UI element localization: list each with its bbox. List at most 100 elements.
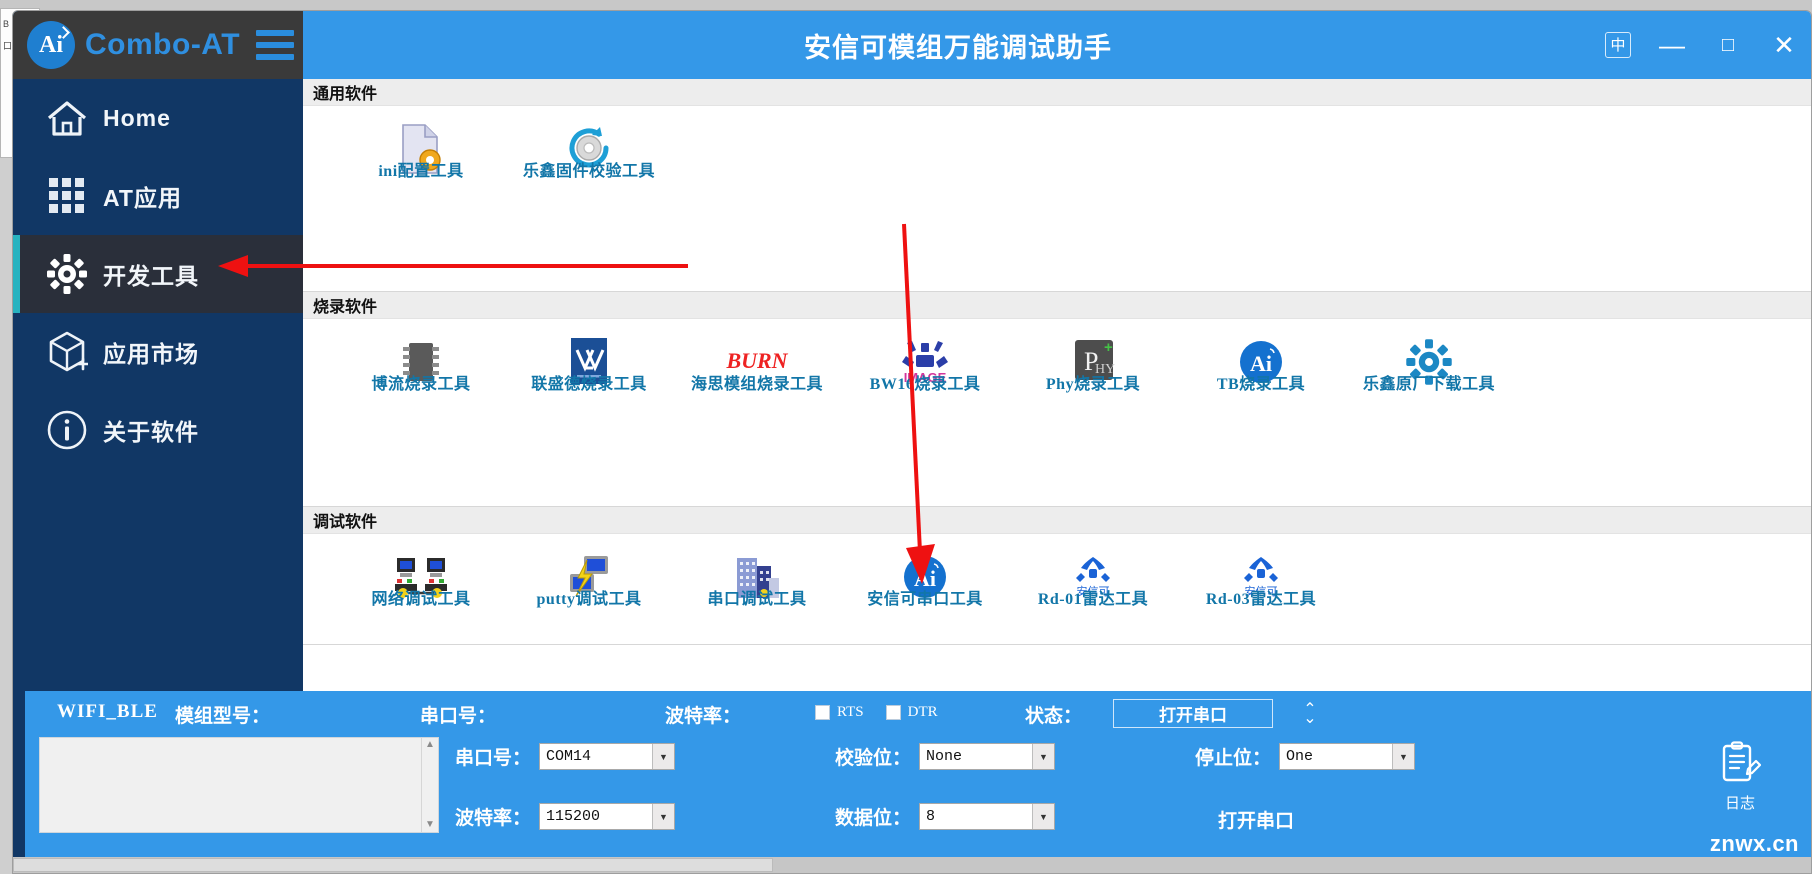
port-field-label: 串口号： <box>455 748 532 769</box>
section-burn-software: 烧录软件 博流烧录工具 联盛德烧录工具 BURN 海思模组烧录工具 IMAGE … <box>303 292 1811 507</box>
baud-field: 波特率： 115200 ▼ <box>455 803 676 830</box>
tool-tile-label: 串口调试工具 <box>707 591 807 608</box>
open-serial-port-button[interactable]: 打开串口 <box>1113 699 1273 728</box>
parity-select[interactable]: None ▼ <box>919 743 1056 770</box>
tool-tile-label: BW16烧录工具 <box>869 376 981 393</box>
log-tool-label: 日志 <box>1724 796 1755 812</box>
serial-config-panel: WIFI_BLE 模组型号： 串口号： 波特率： 状态： RTS DTR 打开串… <box>25 691 1811 873</box>
sidebar-item-about[interactable]: 关于软件 <box>13 391 303 469</box>
serial-log-box[interactable]: ▲ ▼ <box>39 737 439 833</box>
sidebar-item-home[interactable]: Home <box>13 79 303 157</box>
language-toggle-icon[interactable]: 中 <box>1605 32 1631 58</box>
maximize-icon[interactable]: □ <box>1713 30 1743 60</box>
section-title: 烧录软件 <box>313 299 378 316</box>
chevron-down-icon[interactable]: ▼ <box>652 744 675 769</box>
module-model-label: 模组型号： <box>175 706 271 727</box>
tile-grid: 网络调试工具 putty调试工具 串口调试工具 Ai 安信可串口工具 安信可 R… <box>303 534 1811 644</box>
tool-tile-label: 网络调试工具 <box>371 591 471 608</box>
sidebar-item-label: 应用市场 <box>103 341 199 367</box>
svg-text:+: + <box>1104 339 1113 356</box>
tool-tile-serial-debug[interactable]: 串口调试工具 <box>673 542 841 637</box>
sidebar-item-app-market[interactable]: 应用市场 <box>13 313 303 391</box>
serial-log-textarea[interactable] <box>40 738 421 832</box>
sidebar-item-label: AT应用 <box>103 185 182 211</box>
log-tool-button[interactable]: 日志 <box>1703 741 1777 813</box>
tool-tile-label: putty调试工具 <box>536 591 642 608</box>
section-header: 通用软件 <box>303 79 1811 106</box>
rts-label: RTS <box>837 704 864 720</box>
screen: B 口 Ai Combo-AT 安信可模组万能调试助手 中 — □ ✕ Home… <box>0 0 1812 874</box>
hamburger-menu-icon[interactable] <box>256 30 295 60</box>
svg-text:Ai: Ai <box>914 566 936 591</box>
port-select-value: COM14 <box>546 748 592 765</box>
tool-tile-label: ini配置工具 <box>378 163 464 180</box>
baud-select[interactable]: 115200 ▼ <box>539 803 676 830</box>
tool-tile-tb-burn[interactable]: Ai TB烧录工具 <box>1177 327 1345 422</box>
port-field: 串口号： COM14 ▼ <box>455 743 676 770</box>
tool-tile-rd03-radar[interactable]: 安信可 Rd-03雷达工具 <box>1177 542 1345 637</box>
dtr-checkbox[interactable]: DTR <box>885 704 938 721</box>
brand-title: Combo-AT <box>85 28 241 61</box>
wifi-ble-label: WIFI_BLE <box>57 701 158 722</box>
title-bar: Ai Combo-AT 安信可模组万能调试助手 中 — □ ✕ <box>13 11 1811 79</box>
sidebar-item-dev-tools[interactable]: 开发工具 <box>13 235 303 313</box>
tool-tile-bouffalo-burn[interactable]: 博流烧录工具 <box>337 327 505 422</box>
sidebar-item-label: 开发工具 <box>103 263 199 289</box>
databits-field: 数据位： 8 ▼ <box>835 803 1056 830</box>
section-debug-software: 调试软件 网络调试工具 putty调试工具 串口调试工具 Ai 安信可串口工具 … <box>303 507 1811 645</box>
panel-collapse-toggle[interactable]: ⌃ ⌄ <box>1297 699 1323 729</box>
tool-tile-espressif-factory-download[interactable]: 乐鑫原厂下载工具 <box>1345 327 1513 422</box>
tool-tile-label: TB烧录工具 <box>1216 376 1306 393</box>
sidebar-item-at-app[interactable]: AT应用 <box>13 157 303 235</box>
section-title: 通用软件 <box>313 86 378 103</box>
window-horizontal-scrollbar[interactable] <box>13 857 1811 873</box>
sidebar-item-label: 关于软件 <box>103 419 199 445</box>
stopbits-select[interactable]: One ▼ <box>1279 743 1416 770</box>
flow-control-group: RTS DTR <box>815 704 938 721</box>
tool-tile-phy-burn[interactable]: P HY + Phy烧录工具 <box>1009 327 1177 422</box>
tool-tile-network-debug[interactable]: 网络调试工具 <box>337 542 505 637</box>
tool-tile-label: 安信可串口工具 <box>867 591 983 608</box>
port-select[interactable]: COM14 ▼ <box>539 743 676 770</box>
stopbits-field: 停止位： One ▼ <box>1195 743 1416 770</box>
log-scrollbar[interactable]: ▲ ▼ <box>421 738 438 832</box>
tool-tile-bw16-burn[interactable]: IMAGE BW16烧录工具 <box>841 327 1009 422</box>
chevron-down-icon[interactable]: ▼ <box>1032 744 1055 769</box>
tool-tile-label: Phy烧录工具 <box>1045 376 1141 393</box>
open-serial-port-text[interactable]: 打开串口 <box>1218 806 1294 833</box>
sidebar-item-label: Home <box>103 104 171 131</box>
databits-select[interactable]: 8 ▼ <box>919 803 1056 830</box>
tool-tile-label: 乐鑫原厂下载工具 <box>1362 376 1495 393</box>
tool-tile-espressif-fw-verify[interactable]: 乐鑫固件校验工具 <box>505 114 673 209</box>
minimize-icon[interactable]: — <box>1657 30 1687 60</box>
stopbits-select-value: One <box>1286 748 1314 765</box>
tool-tile-hisilicon-burn[interactable]: BURN 海思模组烧录工具 <box>673 327 841 422</box>
tool-tile-putty-debug[interactable]: putty调试工具 <box>505 542 673 637</box>
app-logo-text: Ai <box>39 31 63 58</box>
scroll-up-icon[interactable]: ▲ <box>425 740 435 750</box>
section-header: 烧录软件 <box>303 292 1811 319</box>
scrollbar-thumb[interactable] <box>13 858 773 872</box>
chevron-down-icon[interactable]: ▼ <box>652 804 675 829</box>
hamburger-line <box>256 42 295 48</box>
tool-tile-label: 联盛德烧录工具 <box>531 376 647 393</box>
cube-plus-icon <box>31 330 103 374</box>
tile-grid: ini配置工具 乐鑫固件校验工具 <box>303 106 1811 291</box>
tool-tile-ai-serial[interactable]: Ai 安信可串口工具 <box>841 542 1009 637</box>
home-icon <box>31 98 103 138</box>
section-general-software: 通用软件 ini配置工具 乐鑫固件校验工具 <box>303 79 1811 292</box>
chevron-down-icon[interactable]: ▼ <box>1392 744 1415 769</box>
rts-checkbox[interactable]: RTS <box>815 704 864 721</box>
baud-header-label: 波特率： <box>665 706 742 727</box>
scroll-down-icon[interactable]: ▼ <box>425 820 435 830</box>
chevron-down-icon: ⌄ <box>1303 710 1317 727</box>
chevron-down-icon[interactable]: ▼ <box>1032 804 1055 829</box>
tool-tile-label: 博流烧录工具 <box>371 376 471 393</box>
app-logo-icon: Ai <box>27 21 75 69</box>
section-header: 调试软件 <box>303 507 1811 534</box>
tool-tile-ini-config[interactable]: ini配置工具 <box>337 114 505 209</box>
close-icon[interactable]: ✕ <box>1769 30 1799 60</box>
dtr-label: DTR <box>907 704 938 720</box>
tool-tile-winner-micro-burn[interactable]: 联盛德烧录工具 <box>505 327 673 422</box>
tool-tile-rd01-radar[interactable]: 安信可 Rd-01雷达工具 <box>1009 542 1177 637</box>
